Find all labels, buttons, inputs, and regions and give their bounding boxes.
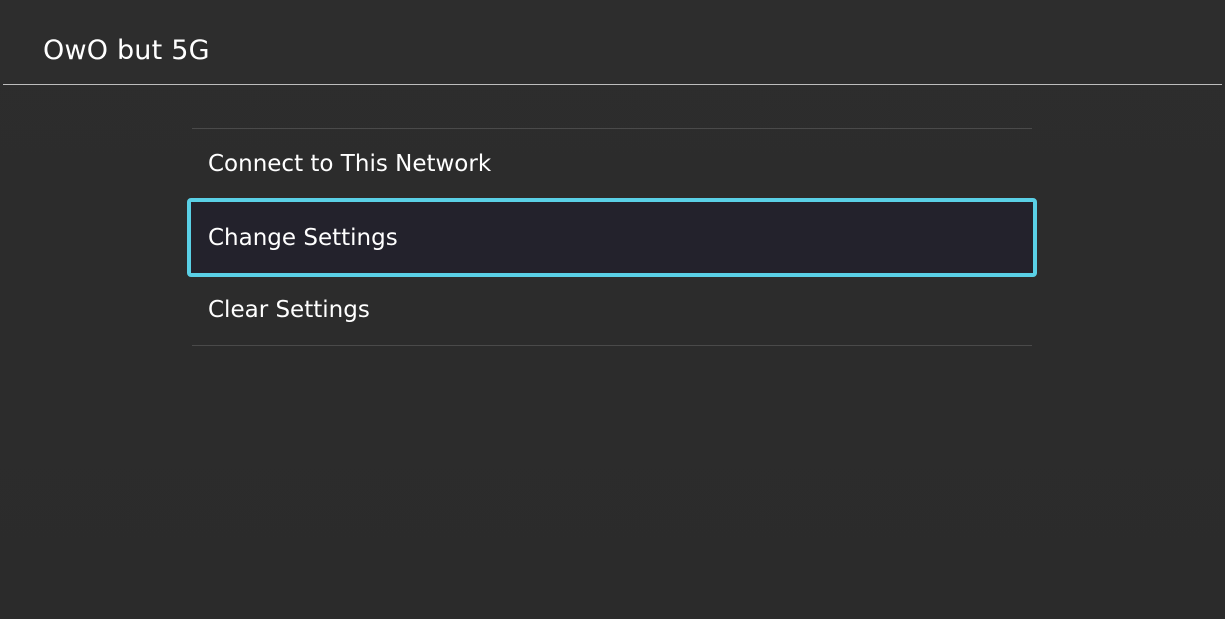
- header: OwO but 5G: [0, 0, 1225, 86]
- menu-item-label: Connect to This Network: [208, 151, 492, 177]
- menu-item-label: Clear Settings: [208, 297, 370, 323]
- menu-item-label: Change Settings: [208, 224, 398, 251]
- page-title: OwO but 5G: [43, 35, 210, 66]
- menu-item-clear-settings[interactable]: Clear Settings: [192, 275, 1032, 345]
- menu-divider-bottom: [192, 345, 1032, 346]
- header-divider: [3, 84, 1222, 85]
- network-settings-screen: OwO but 5G Connect to This Network Chang…: [0, 0, 1225, 619]
- menu-item-connect[interactable]: Connect to This Network: [192, 129, 1032, 199]
- network-options-menu: Connect to This Network Change Settings …: [187, 128, 1037, 346]
- menu-item-change-settings[interactable]: Change Settings: [187, 198, 1037, 277]
